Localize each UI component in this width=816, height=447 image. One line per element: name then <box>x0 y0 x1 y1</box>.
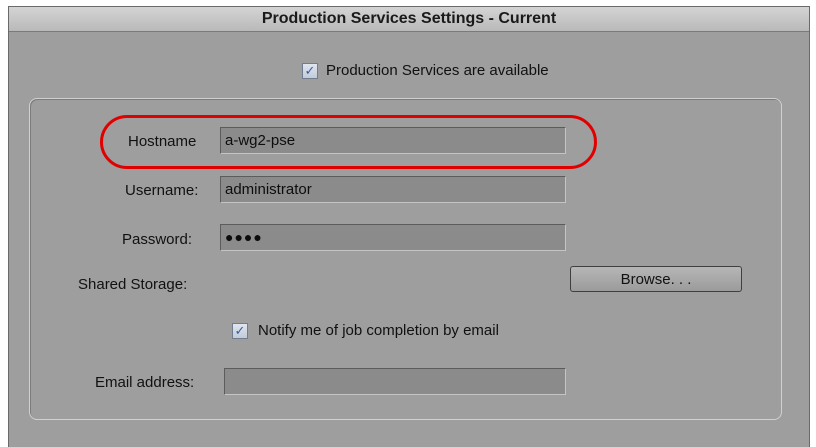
notify-checkbox[interactable]: ✓ <box>232 322 248 339</box>
email-field[interactable] <box>224 368 566 395</box>
hostname-highlight-annotation <box>100 115 597 169</box>
password-field[interactable]: ●●●● <box>220 224 566 251</box>
username-label: Username: <box>125 182 199 199</box>
checkmark-icon: ✓ <box>234 323 246 338</box>
window-title: Production Services Settings - Current <box>9 7 809 32</box>
shared-storage-label: Shared Storage: <box>78 276 188 293</box>
email-label: Email address: <box>95 374 195 391</box>
availability-label: Production Services are available <box>326 62 549 79</box>
availability-option[interactable]: ✓ Production Services are available <box>302 62 549 79</box>
checkmark-icon: ✓ <box>304 63 316 78</box>
password-label: Password: <box>122 231 193 248</box>
notify-label: Notify me of job completion by email <box>258 322 499 339</box>
username-field[interactable]: administrator <box>220 176 566 203</box>
browse-button[interactable]: Browse. . . <box>570 266 742 292</box>
notify-option[interactable]: ✓ Notify me of job completion by email <box>232 322 499 339</box>
availability-checkbox[interactable]: ✓ <box>302 62 318 79</box>
